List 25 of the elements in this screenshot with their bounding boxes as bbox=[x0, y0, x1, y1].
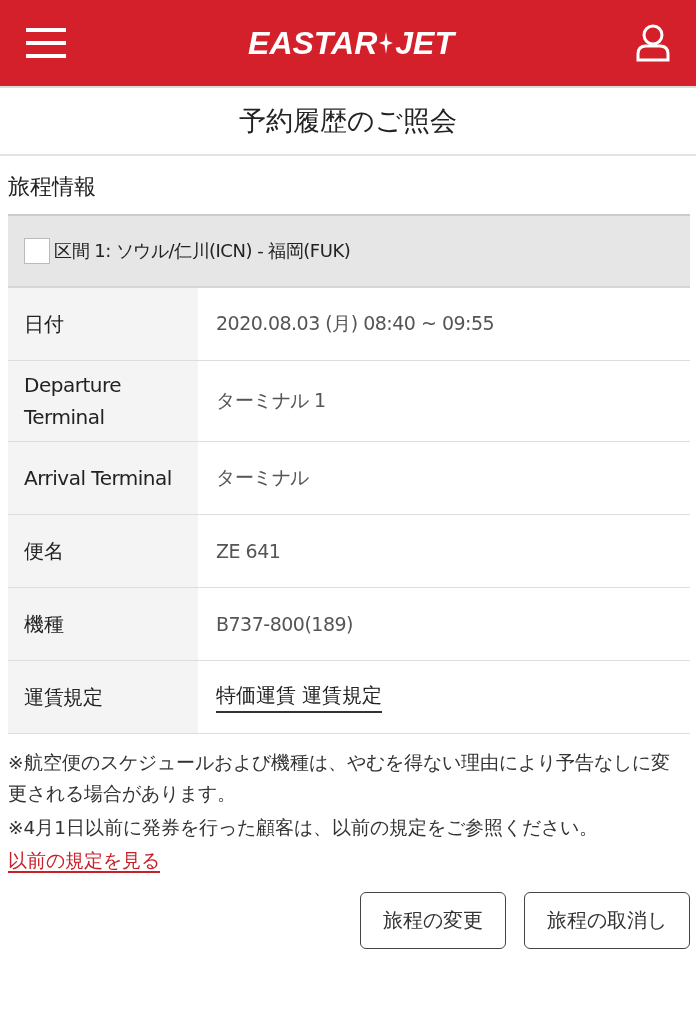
row-value: 2020.08.03 (月) 08:40 ~ 09:55 bbox=[216, 311, 495, 336]
segment-label: 区間 1: ソウル/仁川(ICN) - 福岡(FUK) bbox=[54, 239, 351, 263]
section-title: 旅程情報 bbox=[8, 174, 96, 199]
user-icon[interactable] bbox=[636, 24, 670, 62]
row-value: ターミナル 1 bbox=[216, 388, 326, 413]
fare-rule-link[interactable]: 特価運賃 運賃規定 bbox=[216, 681, 383, 713]
page-title: 予約履歴のご照会 bbox=[239, 104, 457, 138]
row-label: Arrival Terminal bbox=[24, 465, 172, 492]
note-text: ※4月1日以前に発券を行った顧客は、以前の規定をご参照ください。 bbox=[8, 816, 600, 841]
row-label: 運賃規定 bbox=[24, 684, 102, 711]
row-label: 便名 bbox=[24, 538, 63, 565]
row-label: 機種 bbox=[24, 611, 63, 638]
star-icon bbox=[379, 32, 394, 54]
menu-icon[interactable] bbox=[26, 27, 66, 59]
checkbox[interactable] bbox=[24, 238, 50, 264]
row-value: B737-800(189) bbox=[216, 613, 353, 635]
row-value: ターミナル bbox=[216, 465, 309, 490]
action-button[interactable]: 旅程の変更 bbox=[360, 891, 506, 949]
note-text: ※航空便のスケジュールおよび機種は、やむを得ない理由により予告なしに変更される場合があります。 bbox=[8, 751, 671, 806]
logo-text: EASTAR bbox=[248, 27, 378, 59]
previous-rules-link[interactable]: 以前の規定を見る bbox=[8, 848, 160, 873]
action-button[interactable]: 旅程の取消し bbox=[524, 891, 690, 949]
row-value: ZE 641 bbox=[216, 540, 281, 562]
row-label: Departure Terminal bbox=[24, 372, 122, 431]
row-label: 日付 bbox=[24, 311, 63, 338]
